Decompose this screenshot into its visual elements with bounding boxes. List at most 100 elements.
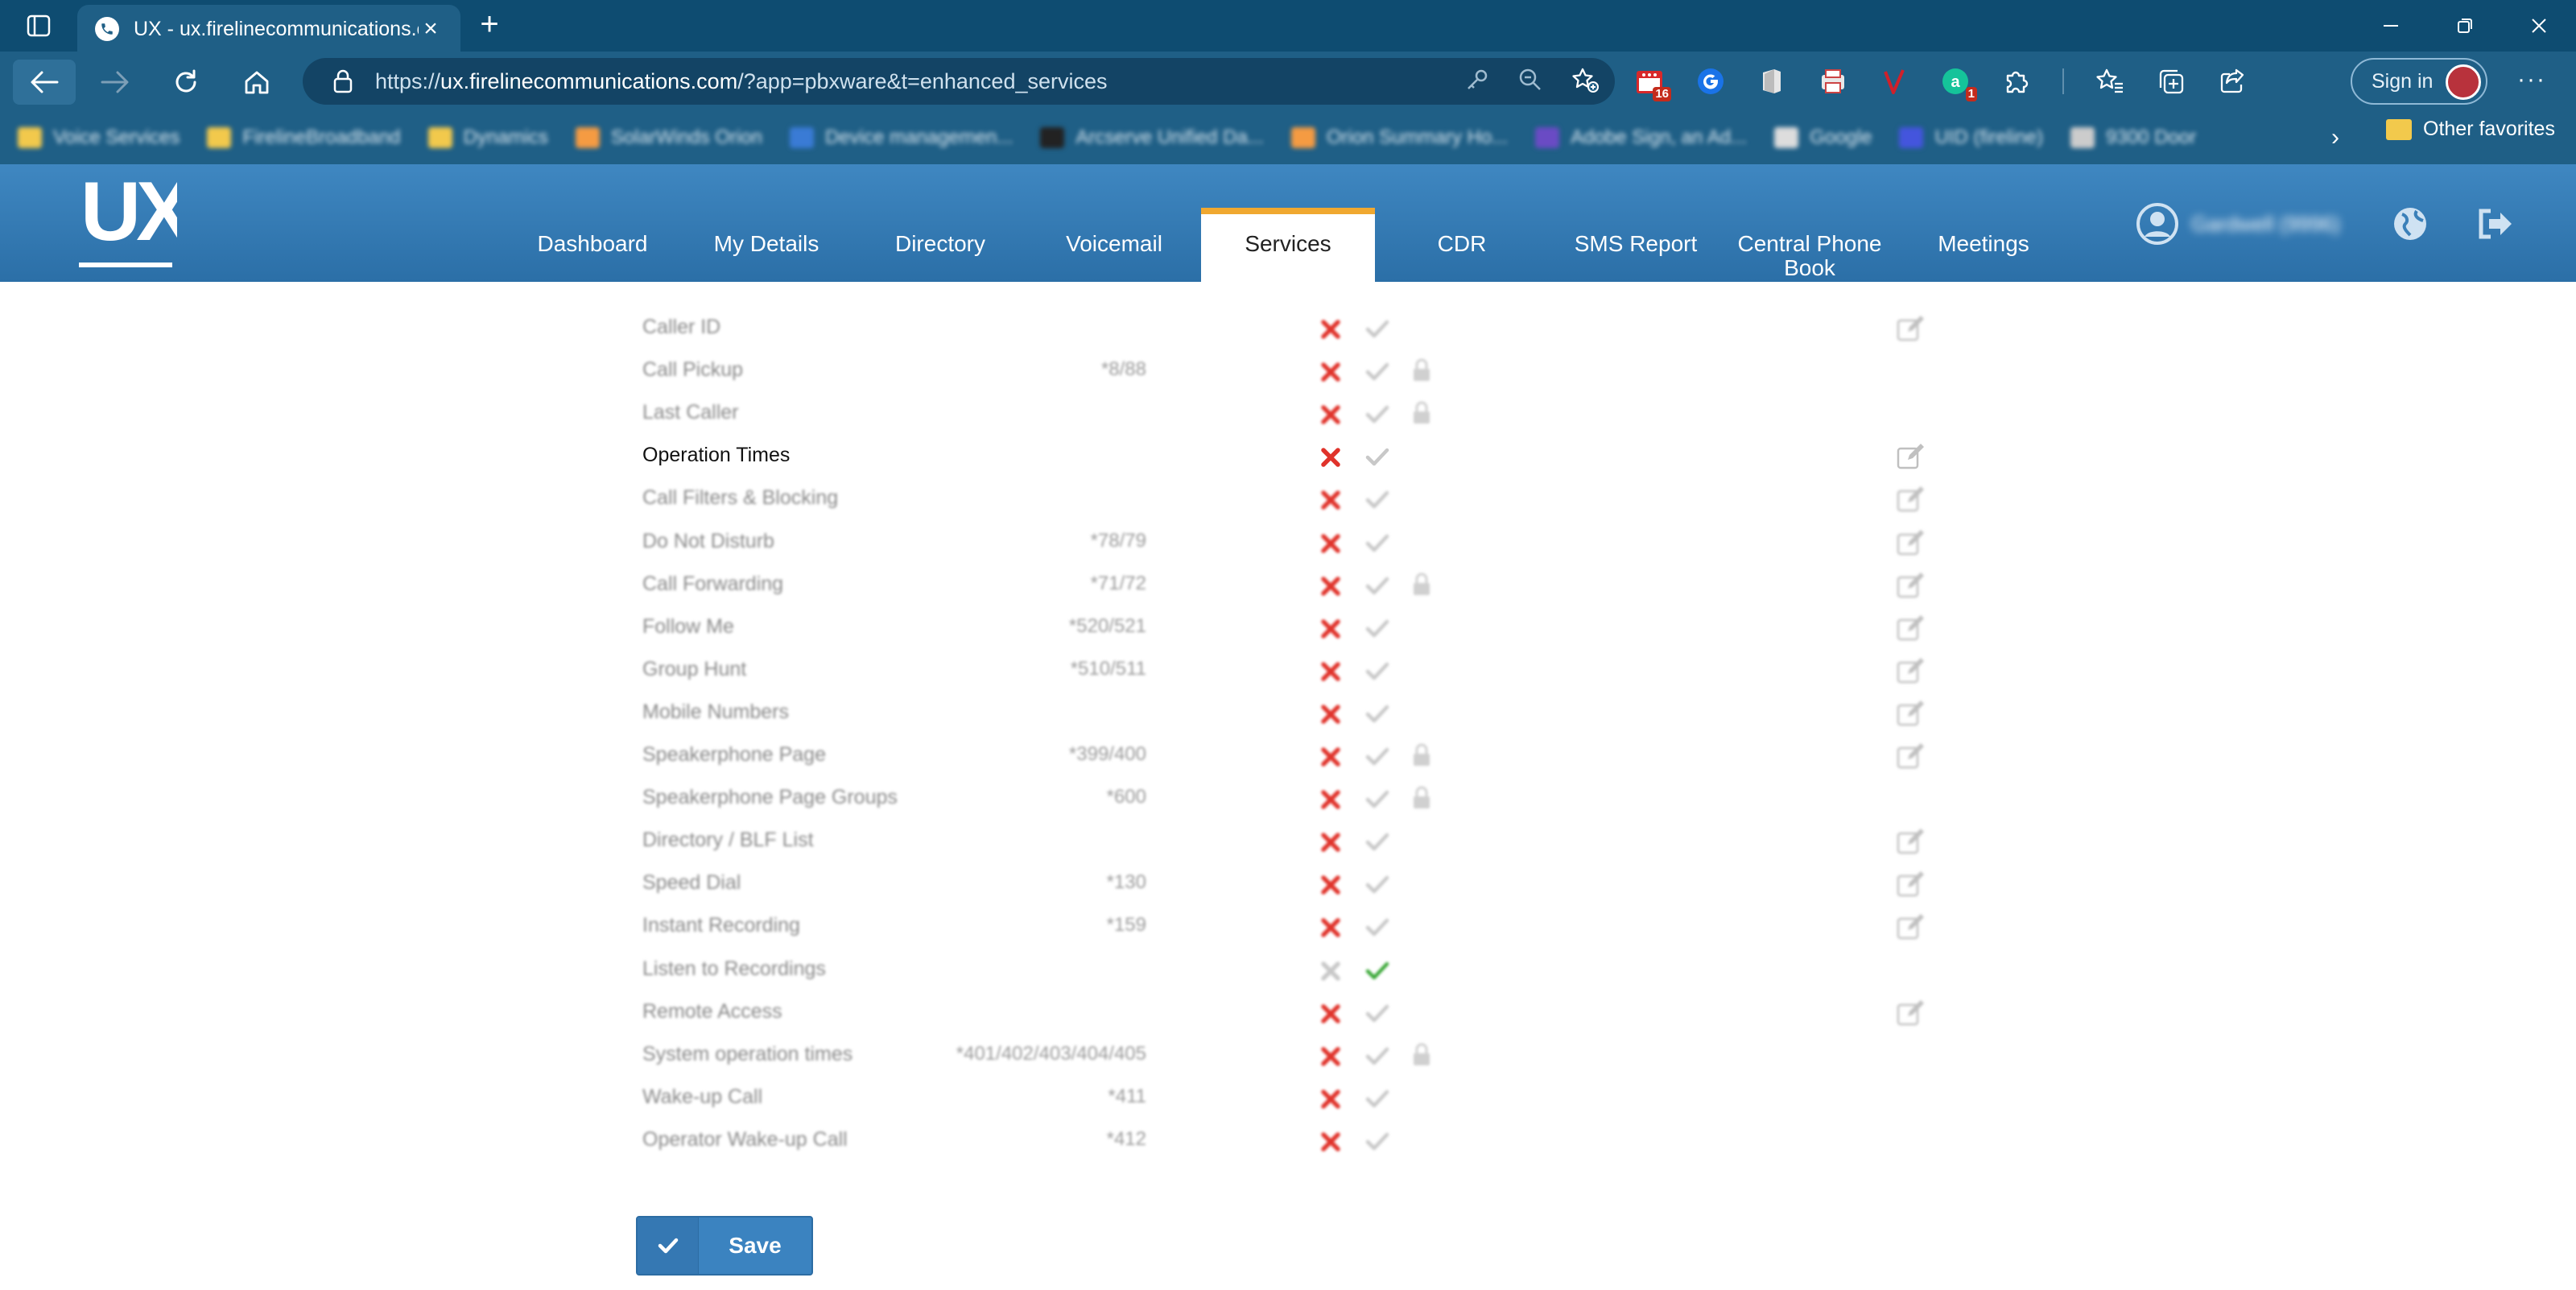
forward-button[interactable] [84,60,147,105]
other-favorites[interactable]: Other favorites [2386,118,2555,141]
nav-item-voicemail[interactable]: Voicemail [1027,208,1201,282]
key-icon[interactable] [1465,68,1489,96]
minimize-icon[interactable] [2354,0,2428,52]
edit-icon[interactable] [1897,657,1926,685]
close-window-icon[interactable] [2502,0,2576,52]
disable-x-icon[interactable] [1320,404,1341,425]
bookmark-item[interactable]: SolarWinds Orion [575,126,762,149]
enable-check-icon[interactable] [1365,362,1389,382]
edit-icon[interactable] [1897,829,1926,856]
user-menu[interactable]: Gardwell (9996) [2136,203,2340,245]
tab-close-icon[interactable]: × [419,15,443,43]
globe-icon[interactable] [2391,205,2429,243]
enable-check-icon[interactable] [1365,917,1389,938]
disable-x-icon[interactable] [1320,319,1341,340]
back-button[interactable] [13,60,76,105]
enable-check-icon[interactable] [1365,661,1389,682]
disable-x-icon[interactable] [1320,1089,1341,1110]
nav-item-cdr[interactable]: CDR [1375,208,1549,282]
disable-x-icon[interactable] [1320,490,1341,511]
new-tab-button[interactable]: + [473,8,506,42]
disable-x-icon[interactable] [1320,1003,1341,1024]
edit-icon[interactable] [1897,871,1926,899]
bookmark-item[interactable]: UID (fireline) [1899,126,2043,149]
save-button[interactable]: Save [636,1216,813,1276]
nav-item-directory[interactable]: Directory [853,208,1027,282]
enable-check-icon[interactable] [1365,576,1389,597]
logout-icon[interactable] [2476,205,2515,243]
nav-item-services[interactable]: Services [1201,208,1375,282]
enable-check-icon[interactable] [1365,490,1389,511]
enable-check-icon[interactable] [1365,319,1389,340]
enable-check-icon[interactable] [1365,447,1389,468]
enable-check-icon[interactable] [1365,746,1389,767]
browser-tab-active[interactable]: UX - ux.firelinecommunications.c × [77,5,460,53]
restore-icon[interactable] [2428,0,2502,52]
edit-icon[interactable] [1897,316,1926,343]
disable-x-icon[interactable] [1320,874,1341,895]
enable-check-icon[interactable] [1365,533,1389,554]
edit-icon[interactable] [1897,999,1926,1027]
nav-item-sms-report[interactable]: SMS Report [1549,208,1723,282]
vivaldi-extension-icon[interactable] [1879,66,1909,97]
bookmark-item[interactable]: Arcserve Unified Da... [1040,126,1264,149]
more-options-icon[interactable]: ··· [2512,66,2552,98]
disable-x-icon[interactable] [1320,961,1341,982]
disable-x-icon[interactable] [1320,533,1341,554]
edit-icon[interactable] [1897,614,1926,643]
disable-x-icon[interactable] [1320,917,1341,938]
edit-icon[interactable] [1897,914,1926,941]
disable-x-icon[interactable] [1320,661,1341,682]
enable-check-icon[interactable] [1365,1046,1389,1067]
disable-x-icon[interactable] [1320,618,1341,639]
disable-x-icon[interactable] [1320,1046,1341,1067]
edit-icon[interactable] [1897,444,1926,471]
share-icon[interactable] [2217,66,2248,97]
lock-icon[interactable] [327,69,359,93]
enable-check-icon[interactable] [1365,789,1389,810]
disable-x-icon[interactable] [1320,1131,1341,1152]
extensions-puzzle-icon[interactable] [2001,66,2032,97]
bookmark-item[interactable]: FirelineBroadband [207,126,401,149]
bookmark-item[interactable]: Orion Summary Ho... [1290,126,1508,149]
tab-actions-icon[interactable] [23,11,55,40]
bookmarks-overflow-icon[interactable]: › [2331,124,2339,151]
ux-logo[interactable]: UX [77,165,196,277]
nav-item-meetings[interactable]: Meetings [1897,208,2070,282]
enable-check-icon[interactable] [1365,618,1389,639]
grammarly-extension-icon[interactable]: a 1 [1940,66,1977,101]
disable-x-icon[interactable] [1320,789,1341,810]
enable-check-icon[interactable] [1365,874,1389,895]
nav-item-dashboard[interactable]: Dashboard [506,208,679,282]
zoom-out-icon[interactable] [1518,68,1542,96]
sign-in-button[interactable]: Sign in [2351,58,2487,105]
edit-icon[interactable] [1897,743,1926,771]
favorites-icon[interactable] [2095,66,2125,97]
bookmark-item[interactable]: Voice Services [18,126,180,149]
edit-icon[interactable] [1897,700,1926,728]
bookmark-item[interactable]: 9300 Door [2070,126,2196,149]
edit-icon[interactable] [1897,529,1926,557]
reload-button[interactable] [155,60,217,105]
bookmark-item[interactable]: Device managemen... [789,126,1013,149]
disable-x-icon[interactable] [1320,576,1341,597]
home-button[interactable] [225,60,288,105]
pdf-extension-icon[interactable] [1818,66,1848,97]
disable-x-icon[interactable] [1320,832,1341,853]
bookmark-item[interactable]: Adobe Sign, an Ad... [1535,126,1747,149]
edit-icon[interactable] [1897,486,1926,514]
enable-check-icon[interactable] [1365,961,1389,982]
disable-x-icon[interactable] [1320,746,1341,767]
edit-icon[interactable] [1897,572,1926,600]
bookmark-item[interactable]: Dynamics [427,126,548,149]
disable-x-icon[interactable] [1320,704,1341,725]
url-text[interactable]: https://ux.firelinecommunications.com/?a… [375,69,1108,94]
address-bar[interactable]: https://ux.firelinecommunications.com/?a… [303,58,1615,105]
nav-item-central-phone-book[interactable]: Central Phone Book [1723,208,1897,282]
enable-check-icon[interactable] [1365,1003,1389,1024]
google-extension-icon[interactable] [1695,66,1726,97]
disable-x-icon[interactable] [1320,447,1341,468]
enable-check-icon[interactable] [1365,832,1389,853]
add-favorite-icon[interactable] [1571,67,1599,97]
enable-check-icon[interactable] [1365,704,1389,725]
